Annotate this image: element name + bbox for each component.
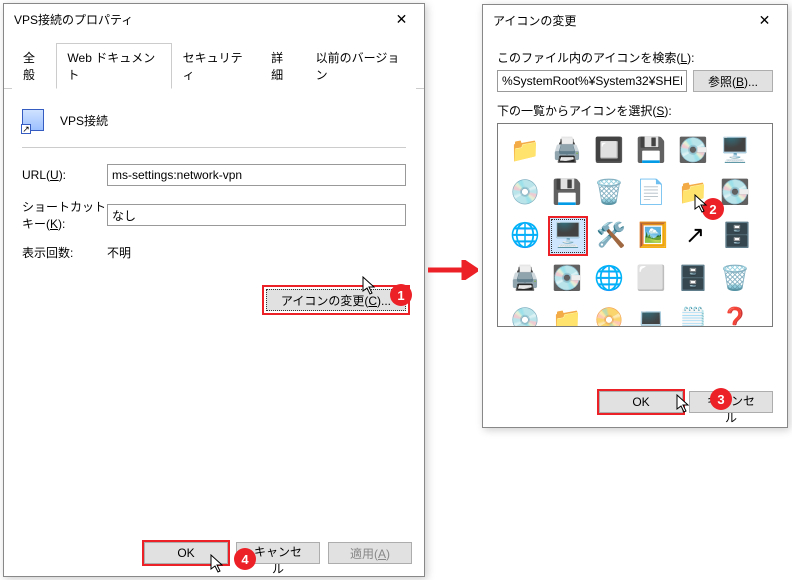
tab-previous-versions[interactable]: 以前のバージョン — [305, 43, 416, 89]
icon-option[interactable]: ↗ — [676, 217, 714, 255]
step-marker-4: 4 — [234, 548, 256, 570]
icon-option[interactable]: 🖨️ — [506, 260, 544, 298]
titlebar: アイコンの変更 ✕ — [483, 5, 787, 35]
icon-option[interactable]: 📁 — [548, 302, 586, 327]
icon-option[interactable]: 📀 — [590, 302, 628, 327]
icon-option[interactable]: 🔲 — [590, 132, 628, 170]
dialog-button-row: OK キャンセル 適用(A) — [4, 542, 412, 564]
icon-option[interactable]: 🗑️ — [716, 260, 754, 298]
icon-option[interactable]: 🌐 — [590, 260, 628, 298]
icon-option[interactable]: 🛠️ — [592, 217, 630, 255]
icon-option[interactable]: 📄 — [632, 174, 670, 212]
search-label: このファイル内のアイコンを検索(L): — [497, 49, 773, 66]
shortcut-key-input[interactable] — [107, 204, 406, 226]
icon-option[interactable]: 🌐 — [506, 217, 544, 255]
icon-list[interactable]: 📁🖨️🔲💾💽🖥️💿💾🗑️📄📁💽🌐🖥️🛠️🖼️↗🗄️🖨️💽🌐⬜🗄️🗑️💿📁📀💻🗒️… — [497, 123, 773, 327]
list-label: 下の一覧からアイコンを選択(S): — [497, 102, 773, 119]
titlebar: VPS接続のプロパティ ✕ — [4, 4, 424, 34]
arrow-indicator — [428, 260, 478, 280]
visits-label: 表示回数: — [22, 244, 107, 261]
icon-option[interactable]: 💻 — [632, 302, 670, 327]
shortcut-key-label: ショートカット キー(K): — [22, 198, 107, 232]
dialog-title: アイコンの変更 — [493, 12, 742, 29]
icon-option[interactable]: 🖼️ — [634, 217, 672, 255]
icon-option[interactable]: 🖥️ — [548, 216, 588, 256]
tab-strip: 全般 Web ドキュメント セキュリティ 詳細 以前のバージョン — [4, 34, 424, 89]
tab-web-document[interactable]: Web ドキュメント — [56, 43, 171, 89]
icon-option[interactable]: ⬜ — [632, 260, 670, 298]
close-button[interactable]: ✕ — [379, 4, 424, 34]
dialog-body: このファイル内のアイコンを検索(L): 参照(B)... 下の一覧からアイコンを… — [483, 35, 787, 337]
url-input[interactable] — [107, 164, 406, 186]
dialog-title: VPS接続のプロパティ — [14, 11, 379, 28]
icon-option[interactable]: 💾 — [632, 132, 670, 170]
properties-dialog: VPS接続のプロパティ ✕ 全般 Web ドキュメント セキュリティ 詳細 以前… — [3, 3, 425, 577]
icon-option[interactable]: 💽 — [674, 132, 712, 170]
apply-button: 適用(A) — [328, 542, 412, 564]
icon-option[interactable]: 🗄️ — [674, 260, 712, 298]
icon-option[interactable]: 💾 — [548, 174, 586, 212]
change-icon-button[interactable]: アイコンの変更(C)... — [266, 289, 406, 311]
step-marker-1: 1 — [390, 284, 412, 306]
icon-option[interactable]: ❓ — [716, 302, 754, 327]
icon-option[interactable]: 💽 — [548, 260, 586, 298]
icon-option[interactable]: 💿 — [506, 302, 544, 327]
ok-button[interactable]: OK — [599, 391, 683, 413]
icon-option[interactable]: 🗒️ — [674, 302, 712, 327]
step-marker-3: 3 — [710, 388, 732, 410]
browse-button[interactable]: 参照(B)... — [693, 70, 773, 92]
icon-option[interactable]: 🗑️ — [590, 174, 628, 212]
tab-general[interactable]: 全般 — [12, 43, 56, 89]
close-button[interactable]: ✕ — [742, 5, 787, 35]
icon-option[interactable]: 💿 — [506, 174, 544, 212]
icon-option[interactable]: 🖨️ — [548, 132, 586, 170]
ok-button[interactable]: OK — [144, 542, 228, 564]
step-marker-2: 2 — [702, 198, 724, 220]
change-icon-dialog: アイコンの変更 ✕ このファイル内のアイコンを検索(L): 参照(B)... 下… — [482, 4, 788, 428]
visits-value: 不明 — [107, 244, 406, 261]
dialog-body: VPS接続 URL(U): ショートカット キー(K): 表示回数: 不明 アイ… — [4, 89, 424, 325]
icon-option[interactable]: 📁 — [506, 132, 544, 170]
shortcut-icon — [22, 109, 44, 131]
tab-security[interactable]: セキュリティ — [172, 43, 261, 89]
dialog-button-row: OK キャンセル — [599, 391, 773, 413]
icon-path-input[interactable] — [497, 70, 687, 92]
shortcut-name: VPS接続 — [60, 112, 108, 129]
url-label: URL(U): — [22, 168, 107, 182]
tab-details[interactable]: 詳細 — [260, 43, 304, 89]
icon-option[interactable]: 🖥️ — [716, 132, 754, 170]
icon-option[interactable]: 🗄️ — [718, 217, 756, 255]
